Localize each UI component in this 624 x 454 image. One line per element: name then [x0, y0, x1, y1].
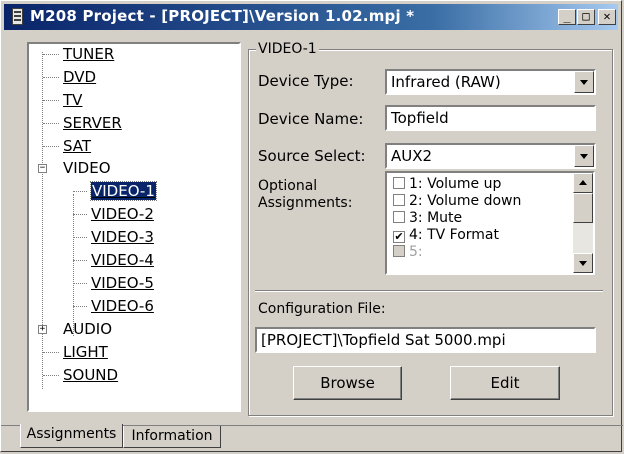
- tree-item-dvd[interactable]: DVD: [43, 67, 96, 87]
- disabled-checkbox-icon: [393, 245, 405, 257]
- tree-item-sat[interactable]: SAT: [43, 136, 91, 156]
- tree-item-label: TUNER: [63, 45, 115, 63]
- tree-item-video-2[interactable]: VIDEO-2: [73, 204, 154, 224]
- source-select-value: AUX2: [391, 147, 433, 165]
- device-name-label: Device Name:: [258, 110, 364, 128]
- checkbox-icon[interactable]: [393, 194, 405, 206]
- source-select-dropdown[interactable]: AUX2: [385, 143, 596, 169]
- assignments-scrollbar[interactable]: [573, 173, 593, 273]
- optional-label-line1: Optional: [258, 178, 318, 194]
- assignment-label: 1: Volume up: [409, 176, 502, 192]
- tab-assignments[interactable]: Assignments: [20, 424, 123, 448]
- assignment-item[interactable]: ✔ 4: TV Format: [393, 226, 499, 244]
- assignment-label: 5:: [409, 244, 423, 260]
- main-window: M208 Project - [PROJECT]\Version 1.02.mp…: [0, 0, 623, 452]
- tree-item-video-3[interactable]: VIDEO-3: [73, 227, 154, 247]
- tree-item-video-6[interactable]: VIDEO-6: [73, 296, 154, 316]
- assignment-item[interactable]: 2: Volume down: [393, 192, 521, 210]
- title-bar[interactable]: M208 Project - [PROJECT]\Version 1.02.mp…: [4, 4, 618, 30]
- tree-item-label: DVD: [63, 68, 97, 86]
- checkbox-icon[interactable]: [393, 177, 405, 189]
- tree-item-audio[interactable]: AUDIO: [63, 319, 112, 339]
- tree-item-label: VIDEO-2: [91, 205, 154, 223]
- tree-item-video-5[interactable]: VIDEO-5: [73, 273, 154, 293]
- close-button[interactable]: ✕: [598, 9, 616, 25]
- assignment-item[interactable]: 1: Volume up: [393, 175, 501, 193]
- scroll-up-icon[interactable]: [573, 173, 593, 193]
- tab-information[interactable]: Information: [123, 426, 221, 448]
- edit-button[interactable]: Edit: [450, 366, 560, 400]
- config-file-input[interactable]: [PROJECT]\Topfield Sat 5000.mpi: [255, 327, 596, 353]
- config-file-label: Configuration File:: [258, 301, 386, 317]
- minimize-button[interactable]: _: [558, 9, 576, 25]
- tree-item-tv[interactable]: TV: [43, 90, 82, 110]
- expand-audio-icon[interactable]: +: [38, 325, 47, 334]
- tree-item-label: VIDEO-1: [90, 181, 157, 201]
- device-tree[interactable]: TUNER DVD TV SERVER SAT − VIDEO VIDEO-1 …: [27, 42, 241, 412]
- checkbox-icon[interactable]: [393, 211, 405, 223]
- separator: [255, 290, 603, 292]
- maximize-button[interactable]: □: [577, 9, 595, 25]
- collapse-video-icon[interactable]: −: [38, 164, 47, 173]
- assignment-label: 3: Mute: [409, 210, 463, 226]
- tree-item-light[interactable]: LIGHT: [43, 342, 108, 362]
- group-title: VIDEO-1: [256, 41, 319, 57]
- device-type-dropdown-icon[interactable]: [574, 71, 594, 93]
- tree-item-label: SAT: [63, 137, 92, 155]
- assignment-label: 2: Volume down: [409, 193, 522, 209]
- tree-item-server[interactable]: SERVER: [43, 113, 122, 133]
- tree-item-label: LIGHT: [63, 343, 108, 361]
- source-select-label: Source Select:: [258, 147, 366, 165]
- device-type-select[interactable]: Infrared (RAW): [385, 69, 596, 95]
- tree-item-tuner[interactable]: TUNER: [43, 44, 114, 64]
- source-select-dropdown-icon[interactable]: [574, 145, 594, 167]
- device-name-input[interactable]: Topfield: [385, 105, 596, 131]
- tree-item-sound[interactable]: SOUND: [43, 365, 118, 385]
- device-type-label: Device Type:: [258, 72, 354, 90]
- app-icon[interactable]: [12, 8, 23, 25]
- tree-item-label: VIDEO-4: [91, 251, 154, 269]
- tree-item-label: VIDEO-6: [91, 297, 154, 315]
- scroll-thumb[interactable]: [573, 193, 593, 223]
- assignment-item: 5:: [393, 243, 423, 261]
- tree-item-video[interactable]: VIDEO: [63, 158, 111, 178]
- tree-item-label: SOUND: [63, 366, 119, 384]
- browse-button[interactable]: Browse: [293, 366, 402, 400]
- tree-item-label: VIDEO-3: [91, 228, 154, 246]
- checked-checkbox-icon[interactable]: ✔: [393, 231, 405, 243]
- device-type-value: Infrared (RAW): [391, 73, 501, 91]
- optional-label-line2: Assignments:: [258, 195, 353, 211]
- tree-item-video-1[interactable]: VIDEO-1: [73, 181, 157, 201]
- assignment-item[interactable]: 3: Mute: [393, 209, 462, 227]
- window-title: M208 Project - [PROJECT]\Version 1.02.mp…: [30, 7, 415, 25]
- tree-item-video-4[interactable]: VIDEO-4: [73, 250, 154, 270]
- tree-item-label: SERVER: [63, 114, 122, 132]
- tree-item-label: TV: [63, 91, 83, 109]
- scroll-down-icon[interactable]: [573, 253, 593, 273]
- optional-assignments-list[interactable]: 1: Volume up 2: Volume down 3: Mute ✔ 4: …: [385, 171, 595, 275]
- tree-item-label: VIDEO-5: [91, 274, 154, 292]
- assignment-label: 4: TV Format: [409, 227, 499, 243]
